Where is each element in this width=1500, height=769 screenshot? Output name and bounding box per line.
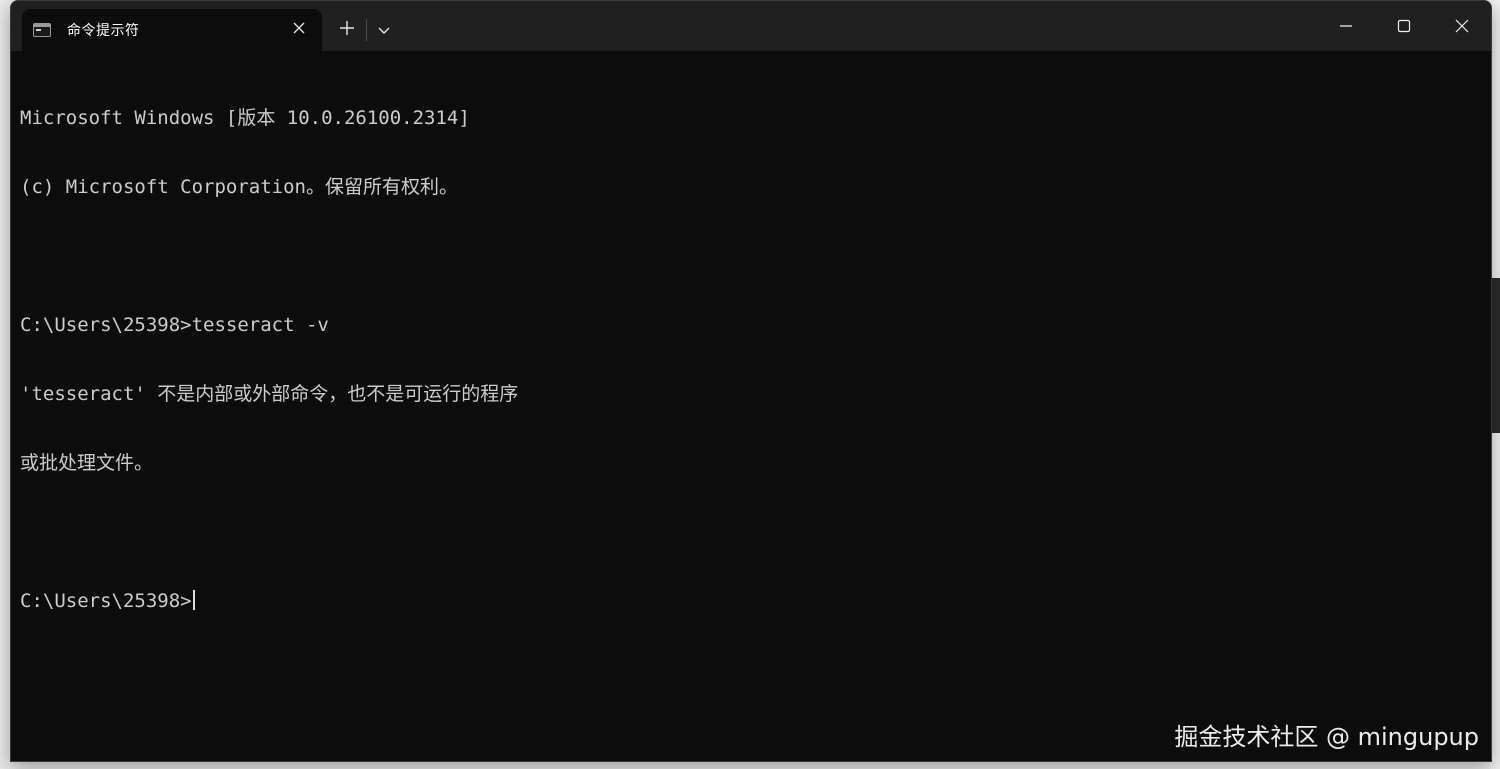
desktop-background: 命令提示符 Microsoft Windows [版本 10.0.26100.2… [0, 0, 1500, 769]
window-controls [1317, 1, 1491, 51]
prompt-line[interactable]: C:\Users\25398> [20, 590, 1491, 613]
prompt-text: C:\Users\25398> [20, 590, 192, 612]
console-line: 或批处理文件。 [20, 452, 154, 474]
new-tab-button[interactable] [332, 13, 362, 49]
console-line: (c) Microsoft Corporation。保留所有权利。 [20, 176, 458, 198]
console-line: C:\Users\25398>tesseract -v [20, 314, 329, 336]
minimize-button[interactable] [1317, 1, 1375, 51]
close-window-button[interactable] [1433, 1, 1491, 51]
title-bar[interactable]: 命令提示符 [11, 1, 1491, 51]
watermark: 掘金技术社区 @ mingupup [1174, 723, 1479, 751]
chevron-down-icon [378, 27, 390, 34]
close-icon[interactable] [290, 21, 308, 39]
console-line: Microsoft Windows [版本 10.0.26100.2314] [20, 107, 470, 129]
terminal-window: 命令提示符 Microsoft Windows [版本 10.0.26100.2… [10, 0, 1492, 762]
tab-dropdown-button[interactable] [371, 13, 397, 49]
tab-command-prompt[interactable]: 命令提示符 [22, 9, 322, 51]
close-icon [1455, 19, 1469, 33]
maximize-button[interactable] [1375, 1, 1433, 51]
console-output[interactable]: Microsoft Windows [版本 10.0.26100.2314] (… [11, 51, 1491, 761]
console-line: 'tesseract' 不是内部或外部命令，也不是可运行的程序 [20, 383, 519, 405]
minimize-icon [1340, 25, 1352, 27]
tab-separator [366, 19, 367, 41]
cmd-icon [33, 23, 51, 37]
maximize-icon [1397, 19, 1411, 33]
background-window-edge [0, 14, 10, 30]
text-cursor [192, 590, 195, 610]
plus-icon [340, 21, 354, 35]
tab-title: 命令提示符 [67, 23, 140, 39]
